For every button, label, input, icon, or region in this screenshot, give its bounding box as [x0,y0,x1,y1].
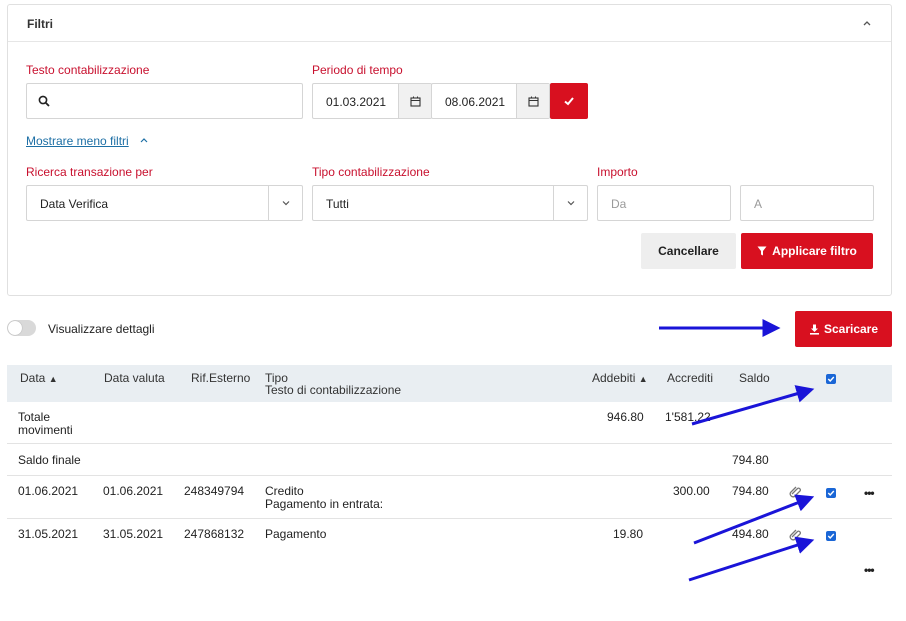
calendar-icon [409,96,421,107]
row-type-sub: Pagamento in entrata: [265,497,384,511]
amount-from-input[interactable]: Da [597,185,731,221]
row-divider [7,475,892,476]
chevron-up-icon[interactable] [861,17,873,29]
cancel-button-label: Cancellare [658,244,719,258]
chevron-up-icon[interactable] [139,136,149,144]
row-ext-ref: 248349794 [184,484,245,498]
checkmark-icon [564,97,574,106]
cancel-button[interactable]: Cancellare [641,233,736,269]
search-by-select[interactable]: Data Verifica [26,185,303,221]
less-filters-link[interactable]: Mostrare meno filtri [26,134,129,148]
row-divider [7,518,892,519]
annotation-arrow [688,536,815,582]
date-to-field[interactable]: 08.06.2021 [431,83,550,119]
more-icon[interactable]: ••• [864,563,875,577]
header-debits[interactable]: Addebiti ▲ [592,371,648,385]
header-type-sub: Testo di contabilizzazione [265,383,402,397]
total-label-line2: movimenti [18,423,73,437]
search-by-value: Data Verifica [40,197,109,211]
total-credits: 1'581.22 [665,410,711,424]
select-all-checkbox[interactable] [826,374,836,384]
row-debits: 19.80 [613,527,644,541]
search-by-dropdown-button[interactable] [268,186,302,220]
apply-filter-button[interactable]: Applicare filtro [741,233,873,269]
paperclip-icon[interactable] [789,528,802,541]
booking-text-label: Testo contabilizzazione [26,63,150,77]
amount-to-input[interactable]: A [740,185,874,221]
search-by-label: Ricerca transazione per [26,165,153,179]
chevron-down-icon [282,201,289,206]
booking-type-dropdown-button[interactable] [553,186,587,220]
period-label: Periodo di tempo [312,63,403,77]
row-checkbox[interactable] [826,488,836,498]
toggle-knob [8,321,22,335]
header-value-date: Data valuta [104,371,165,385]
booking-type-select[interactable]: Tutti [312,185,588,221]
amount-from-placeholder: Da [611,197,627,211]
apply-filter-button-label: Applicare filtro [772,244,857,258]
download-button[interactable]: Scaricare [795,311,892,347]
paperclip-icon[interactable] [789,485,802,498]
row-balance: 794.80 [732,484,769,498]
amount-to-placeholder: A [754,197,763,211]
final-balance-value: 794.80 [732,453,769,467]
download-button-label: Scaricare [823,322,879,336]
booking-text-input[interactable] [26,83,303,119]
sort-icon[interactable]: ▲ [49,374,58,384]
header-debits-label: Addebiti [592,371,636,385]
date-from-value: 01.03.2021 [326,95,387,109]
download-icon [809,324,819,335]
confirm-period-button[interactable] [550,83,588,119]
header-balance: Saldo [739,371,770,385]
row-value-date: 01.06.2021 [103,484,164,498]
sort-icon[interactable]: ▲ [639,374,648,384]
details-toggle[interactable] [7,320,36,336]
row-checkbox[interactable] [826,531,836,541]
checkmark-icon [827,490,835,497]
booking-type-label: Tipo contabilizzazione [312,165,430,179]
row-type: Pagamento [265,527,327,541]
date-to-value: 08.06.2021 [445,95,506,109]
filter-header[interactable]: Filtri [8,5,891,42]
table-header: Data ▲ Data valuta Rif.Esterno Tipo Test… [7,365,892,402]
header-date-label: Data [20,371,46,385]
search-icon [38,95,50,107]
details-toggle-label: Visualizzare dettagli [48,322,155,336]
row-date: 31.05.2021 [18,527,79,541]
checkmark-icon [827,376,835,383]
header-ext-ref: Rif.Esterno [191,371,251,385]
header-credits: Accrediti [667,371,714,385]
row-divider [7,443,892,444]
total-debits: 946.80 [607,410,644,424]
final-balance-label: Saldo finale [18,453,81,467]
checkmark-icon [827,533,835,540]
amount-label: Importo [597,165,638,179]
date-to-calendar-button[interactable] [516,84,549,118]
header-date[interactable]: Data ▲ [20,371,58,385]
row-ext-ref: 247868132 [184,527,245,541]
chevron-down-icon [567,201,574,206]
filter-title: Filtri [27,17,53,31]
row-credits: 300.00 [673,484,710,498]
filter-panel: Filtri Testo contabilizzazione Periodo d… [7,4,892,296]
booking-type-value: Tutti [326,197,349,211]
calendar-icon [527,96,539,107]
filter-icon [757,246,767,256]
date-from-field[interactable]: 01.03.2021 [312,83,432,119]
row-date: 01.06.2021 [18,484,79,498]
row-balance: 494.80 [732,527,769,541]
date-from-calendar-button[interactable] [398,84,431,118]
more-icon[interactable]: ••• [864,486,875,500]
row-value-date: 31.05.2021 [103,527,164,541]
